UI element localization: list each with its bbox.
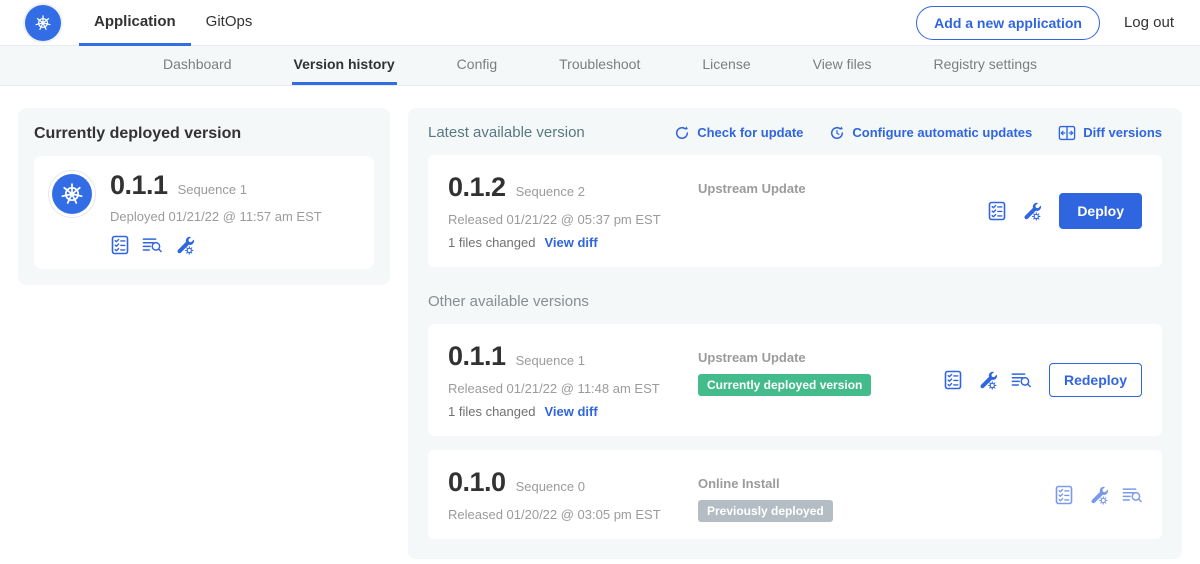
version-source-label: Online Install — [698, 476, 1054, 491]
released-timestamp: Released 01/21/22 @ 11:48 am EST — [448, 381, 698, 396]
kubernetes-app-icon — [52, 174, 92, 214]
sequence-label: Sequence 1 — [516, 353, 585, 368]
logout-button[interactable]: Log out — [1124, 14, 1174, 31]
deploy-button[interactable]: Deploy — [1059, 193, 1142, 229]
view-diff-link[interactable]: View diff — [544, 235, 597, 250]
latest-available-title: Latest available version — [428, 124, 585, 141]
release-notes-icon[interactable] — [987, 201, 1007, 221]
deployed-version-card: 0.1.1 Sequence 1 Deployed 01/21/22 @ 11:… — [34, 156, 374, 269]
add-application-button[interactable]: Add a new application — [916, 6, 1100, 40]
tab-application[interactable]: Application — [79, 0, 191, 46]
released-timestamp: Released 01/21/22 @ 05:37 pm EST — [448, 212, 698, 227]
refresh-icon — [674, 125, 690, 141]
preflight-checks-icon[interactable] — [1088, 485, 1108, 505]
deploy-logs-icon[interactable] — [142, 235, 162, 255]
tab-config[interactable]: Config — [455, 46, 499, 85]
deployed-version-number: 0.1.1 — [110, 170, 168, 201]
sequence-label: Sequence 0 — [516, 479, 585, 494]
diff-icon — [1058, 125, 1076, 141]
previously-deployed-badge: Previously deployed — [698, 500, 833, 522]
files-changed-label: 1 files changed — [448, 235, 535, 250]
configure-automatic-updates-link[interactable]: Configure automatic updates — [829, 125, 1032, 141]
version-number: 0.1.1 — [448, 341, 506, 372]
currently-deployed-title: Currently deployed version — [34, 125, 374, 143]
tab-dashboard[interactable]: Dashboard — [161, 46, 234, 85]
version-row-0-1-2: 0.1.2 Sequence 2 Released 01/21/22 @ 05:… — [428, 155, 1162, 267]
tab-view-files[interactable]: View files — [811, 46, 874, 85]
version-row-0-1-0: 0.1.0 Sequence 0 Released 01/20/22 @ 03:… — [428, 450, 1162, 539]
app-logo — [25, 0, 61, 45]
version-source-label: Upstream Update — [698, 181, 987, 196]
diff-versions-label: Diff versions — [1083, 125, 1162, 140]
deployed-sequence-label: Sequence 1 — [178, 182, 247, 197]
version-history-panel: Latest available version Check for updat… — [408, 108, 1182, 559]
version-number: 0.1.0 — [448, 467, 506, 498]
configure-automatic-updates-label: Configure automatic updates — [852, 125, 1032, 140]
other-available-title: Other available versions — [428, 293, 1162, 310]
check-for-update-label: Check for update — [697, 125, 803, 140]
version-number: 0.1.2 — [448, 172, 506, 203]
release-notes-icon[interactable] — [1054, 485, 1074, 505]
tab-version-history[interactable]: Version history — [292, 46, 397, 85]
deploy-logs-icon[interactable] — [1122, 485, 1142, 505]
clock-refresh-icon — [829, 125, 845, 141]
main-content: Currently deployed version 0.1.1 Sequenc… — [0, 86, 1200, 559]
app-tabs: Application GitOps — [79, 0, 267, 45]
diff-versions-link[interactable]: Diff versions — [1058, 125, 1162, 141]
currently-deployed-badge: Currently deployed version — [698, 374, 871, 396]
released-timestamp: Released 01/20/22 @ 03:05 pm EST — [448, 507, 698, 522]
tab-license[interactable]: License — [700, 46, 752, 85]
redeploy-button[interactable]: Redeploy — [1049, 363, 1142, 397]
top-bar: Application GitOps Add a new application… — [0, 0, 1200, 46]
preflight-checks-icon[interactable] — [977, 370, 997, 390]
deployed-timestamp: Deployed 01/21/22 @ 11:57 am EST — [110, 209, 322, 224]
app-subnav: Dashboard Version history Config Trouble… — [0, 46, 1200, 86]
kubernetes-logo-icon — [25, 5, 61, 41]
app-icon-ring — [48, 170, 96, 218]
check-for-update-link[interactable]: Check for update — [674, 125, 803, 141]
release-notes-icon[interactable] — [110, 235, 130, 255]
tab-troubleshoot[interactable]: Troubleshoot — [557, 46, 642, 85]
topbar-right: Add a new application Log out — [916, 0, 1200, 45]
preflight-checks-icon[interactable] — [1021, 201, 1041, 221]
view-diff-link[interactable]: View diff — [544, 404, 597, 419]
tab-registry-settings[interactable]: Registry settings — [932, 46, 1039, 85]
sequence-label: Sequence 2 — [516, 184, 585, 199]
preflight-checks-icon[interactable] — [174, 235, 194, 255]
deploy-logs-icon[interactable] — [1011, 370, 1031, 390]
version-row-0-1-1: 0.1.1 Sequence 1 Released 01/21/22 @ 11:… — [428, 324, 1162, 436]
currently-deployed-card: Currently deployed version 0.1.1 Sequenc… — [18, 108, 390, 285]
tab-gitops[interactable]: GitOps — [191, 0, 268, 46]
files-changed-label: 1 files changed — [448, 404, 535, 419]
release-notes-icon[interactable] — [943, 370, 963, 390]
version-source-label: Upstream Update — [698, 350, 943, 365]
